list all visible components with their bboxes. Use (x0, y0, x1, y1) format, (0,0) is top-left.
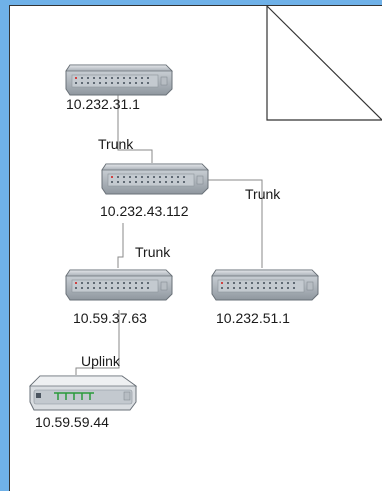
router-icon[interactable] (29, 375, 138, 411)
switch-icon-top[interactable] (65, 64, 173, 96)
link-line-trunk-3 (117, 223, 124, 268)
link-label: Trunk (245, 186, 281, 202)
device-ip-label: 10.232.43.112 (100, 203, 189, 219)
switch-icon-core[interactable] (101, 163, 209, 195)
device-ip-label: 10.232.31.1 (66, 96, 140, 112)
switch-icon-left[interactable] (65, 269, 173, 301)
device-ip-label: 10.232.51.1 (216, 310, 290, 326)
device-ip-label: 10.59.59.44 (35, 414, 109, 430)
page-fold-corner (266, 5, 382, 121)
link-label: Uplink (81, 353, 120, 369)
link-label: Trunk (98, 136, 134, 152)
device-ip-label: 10.59.37.63 (73, 310, 147, 326)
link-label: Trunk (135, 244, 171, 260)
switch-icon-right[interactable] (211, 269, 319, 301)
